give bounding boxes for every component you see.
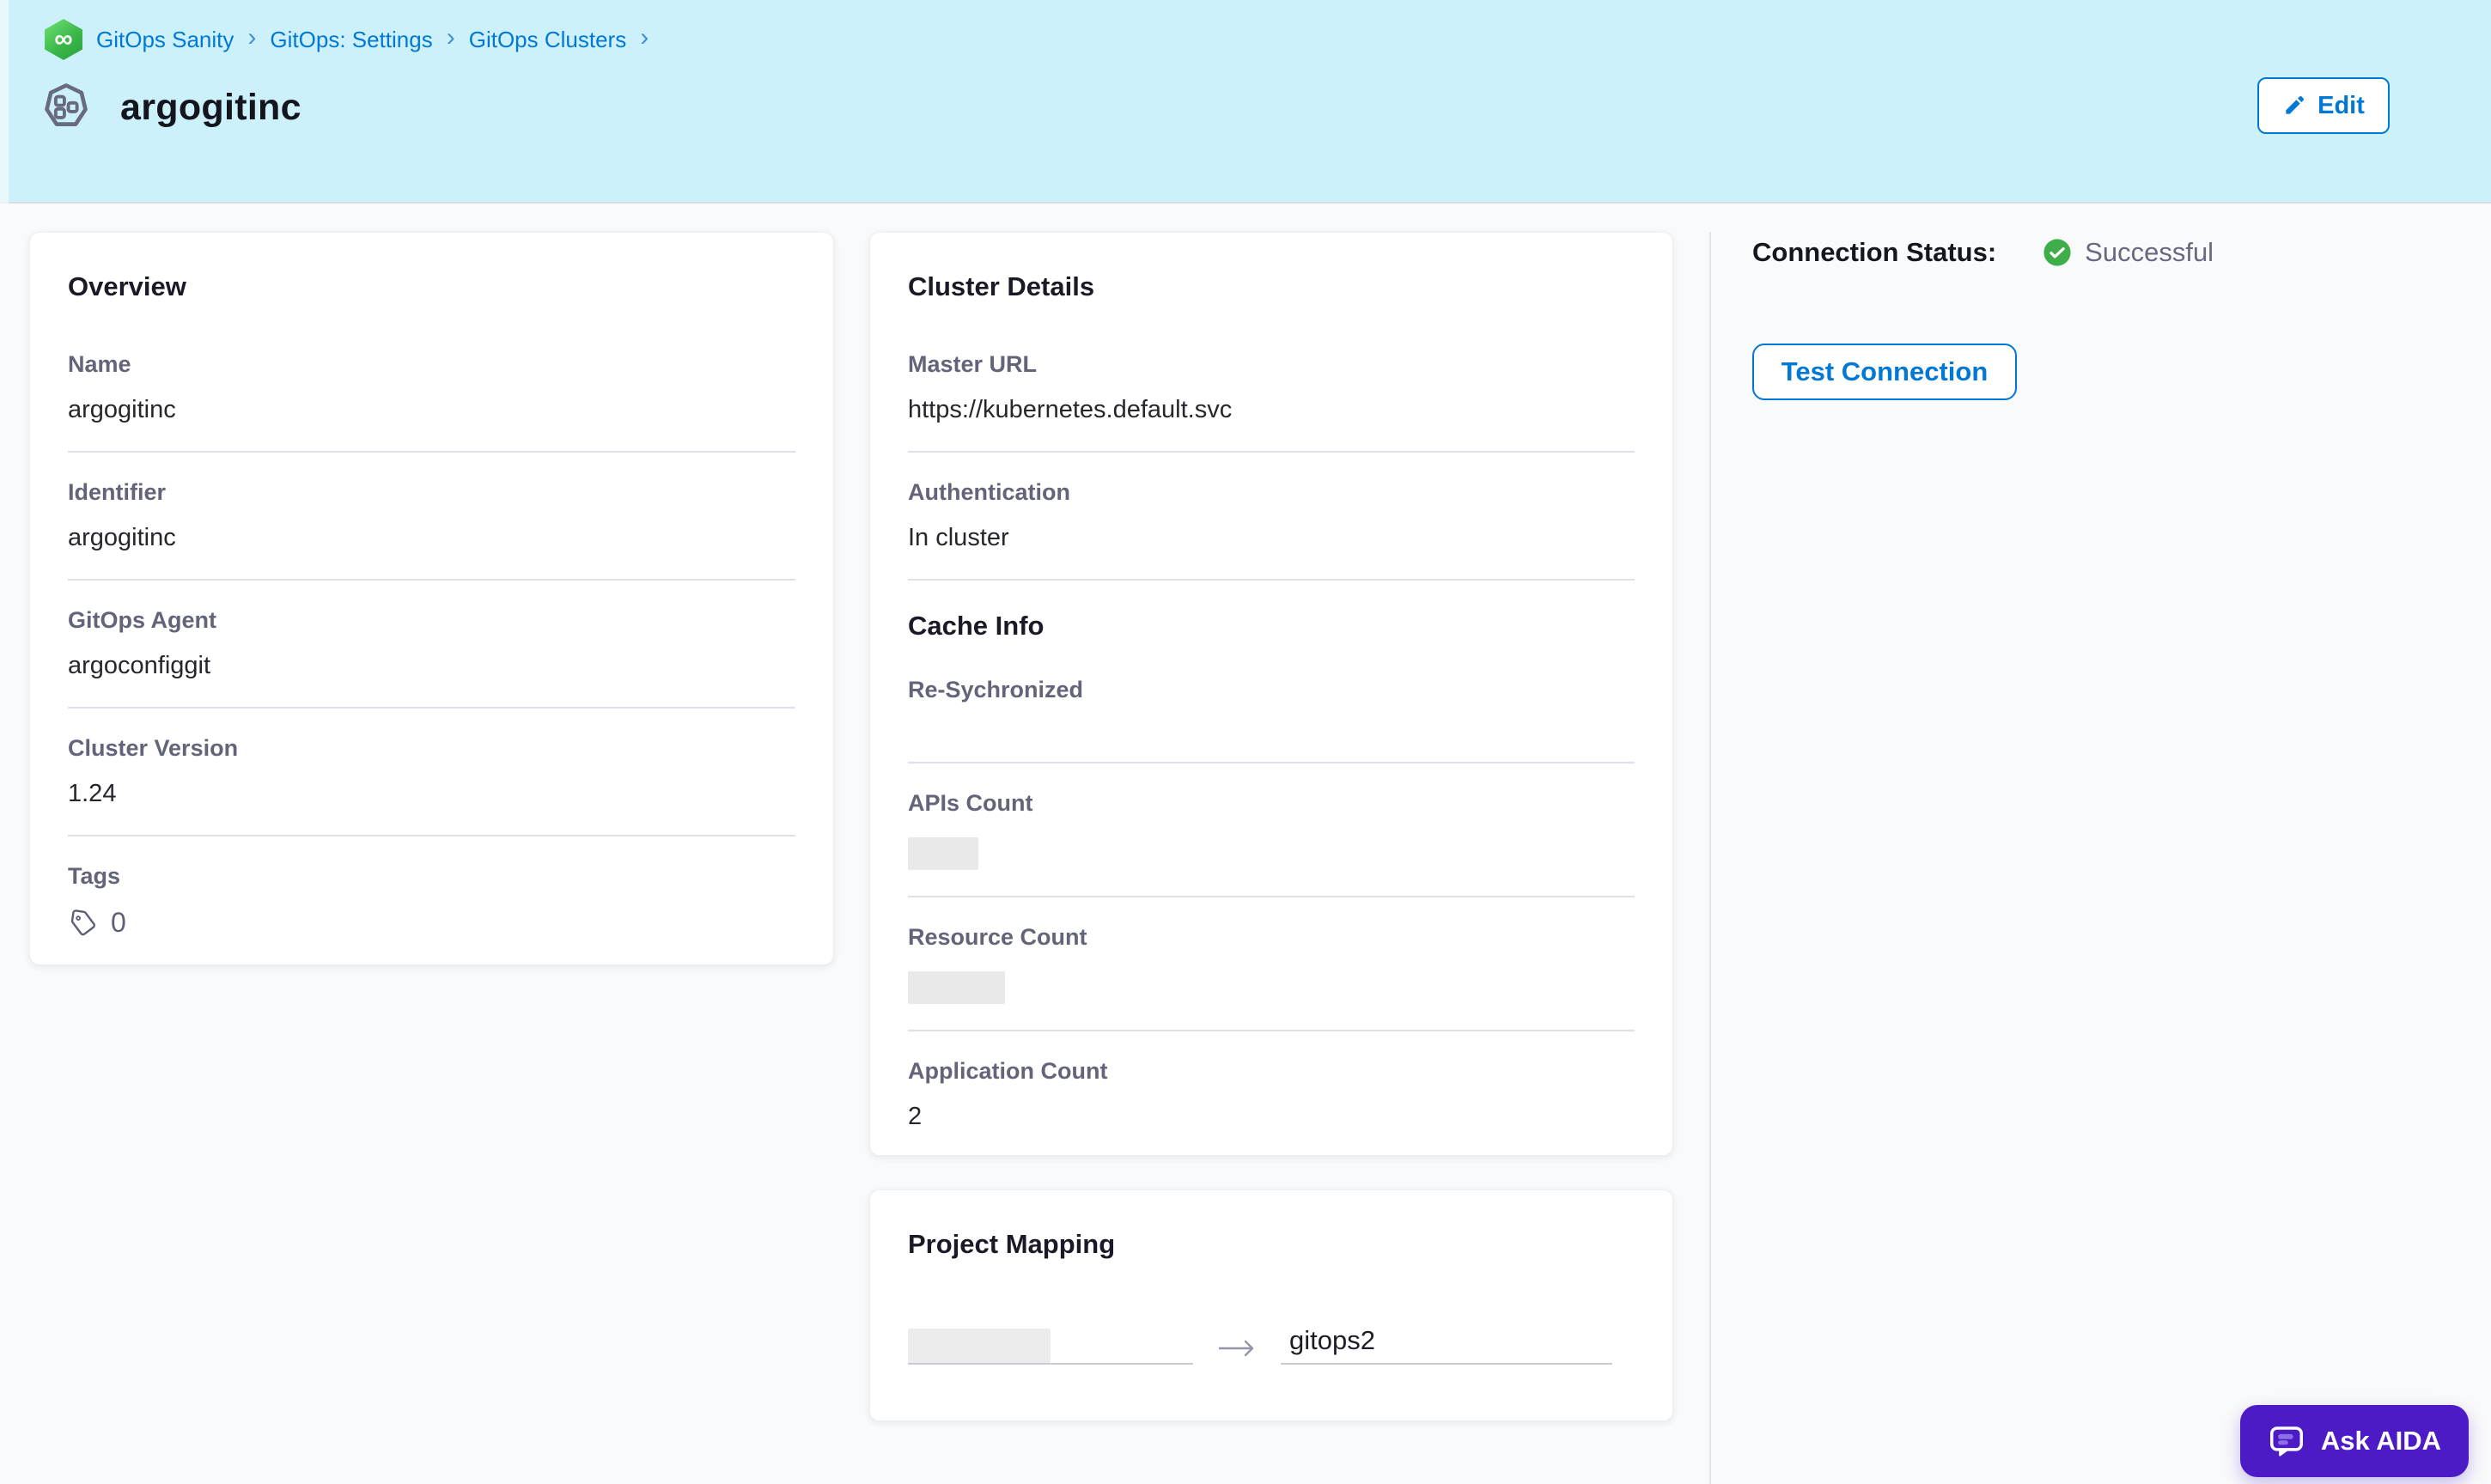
gitops-logo-icon: ∞ [45, 19, 82, 60]
breadcrumb-gitops-sanity[interactable]: GitOps Sanity [96, 27, 234, 53]
field-identifier-value: argogitinc [68, 523, 795, 553]
field-authentication: Authentication In cluster [908, 478, 1635, 581]
field-apis-count: APIs Count [908, 789, 1635, 897]
breadcrumb: ∞ GitOps Sanity › GitOps: Settings › Git… [45, 19, 649, 60]
field-resource-count: Resource Count [908, 923, 1635, 1031]
tags-count: 0 [111, 907, 126, 939]
field-resynchronized: Re-Sychronized [908, 676, 1635, 763]
field-application-count-label: Application Count [908, 1057, 1635, 1085]
breadcrumb-gitops-settings[interactable]: GitOps: Settings [270, 27, 432, 53]
project-mapping-card: Project Mapping gitops2 [869, 1189, 1673, 1421]
cluster-icon [40, 81, 93, 134]
test-connection-label: Test Connection [1781, 356, 1989, 387]
divider [68, 451, 795, 453]
cluster-details-card: Cluster Details Master URL https://kuber… [869, 232, 1673, 1156]
field-authentication-label: Authentication [908, 478, 1635, 506]
ask-aida-button[interactable]: Ask AIDA [2240, 1405, 2469, 1477]
breadcrumb-gitops-clusters[interactable]: GitOps Clusters [469, 27, 627, 53]
mapping-target-field: gitops2 [1281, 1325, 1612, 1365]
field-identifier-label: Identifier [68, 478, 795, 506]
field-name: Name argogitinc [68, 350, 795, 453]
divider [68, 835, 795, 836]
connection-status-label: Connection Status: [1752, 237, 1996, 268]
field-application-count-value: 2 [908, 1102, 1635, 1132]
field-gitops-agent-value: argoconfiggit [68, 651, 795, 681]
divider [908, 451, 1635, 453]
cluster-details-title: Cluster Details [908, 271, 1635, 302]
field-apis-count-label: APIs Count [908, 789, 1635, 817]
arrow-right-icon [1217, 1337, 1257, 1359]
field-master-url-value: https://kubernetes.default.svc [908, 395, 1635, 425]
field-gitops-agent: GitOps Agent argoconfiggit [68, 606, 795, 709]
redacted-value-placeholder [908, 971, 1005, 1004]
page-title-row: argogitinc [40, 81, 301, 134]
edit-button[interactable]: Edit [2257, 77, 2390, 134]
tag-icon [68, 908, 99, 939]
divider [68, 579, 795, 581]
divider [908, 1030, 1635, 1031]
pencil-icon [2282, 94, 2306, 118]
mapping-source-field [908, 1329, 1193, 1365]
field-cluster-version: Cluster Version 1.24 [68, 734, 795, 836]
redacted-value-placeholder [908, 837, 978, 870]
success-check-icon [2043, 238, 2072, 267]
field-cluster-version-label: Cluster Version [68, 734, 795, 762]
test-connection-button[interactable]: Test Connection [1752, 344, 2017, 400]
vertical-divider [1709, 232, 1711, 1484]
divider [68, 707, 795, 709]
project-mapping-row: gitops2 [908, 1325, 1635, 1365]
chevron-right-icon: › [247, 23, 256, 52]
field-name-value: argogitinc [68, 395, 795, 425]
redacted-value-placeholder [908, 1329, 1051, 1363]
overview-card: Overview Name argogitinc Identifier argo… [29, 232, 834, 965]
field-master-url: Master URL https://kubernetes.default.sv… [908, 350, 1635, 453]
resynchronized-empty-value [908, 721, 1635, 762]
field-gitops-agent-label: GitOps Agent [68, 606, 795, 634]
field-name-label: Name [68, 350, 795, 378]
field-application-count: Application Count 2 [908, 1057, 1635, 1132]
overview-card-title: Overview [68, 271, 795, 302]
chevron-right-icon: › [447, 23, 455, 52]
divider [908, 579, 1635, 581]
page-title: argogitinc [120, 87, 301, 129]
field-authentication-value: In cluster [908, 523, 1635, 553]
ask-aida-label: Ask AIDA [2321, 1426, 2441, 1457]
divider [908, 762, 1635, 763]
divider [908, 896, 1635, 897]
field-tags-label: Tags [68, 862, 795, 890]
chevron-right-icon: › [640, 23, 649, 52]
edit-button-label: Edit [2317, 92, 2365, 120]
project-mapping-title: Project Mapping [908, 1228, 1635, 1260]
field-identifier: Identifier argogitinc [68, 478, 795, 581]
connection-status-value: Successful [2085, 237, 2214, 268]
connection-status-row: Connection Status: Successful [1752, 237, 2214, 268]
page-header: ∞ GitOps Sanity › GitOps: Settings › Git… [0, 0, 2491, 204]
field-resynchronized-label: Re-Sychronized [908, 676, 1635, 703]
chat-bubble-icon [2268, 1422, 2305, 1460]
cache-info-title: Cache Info [908, 610, 1635, 642]
field-resource-count-label: Resource Count [908, 923, 1635, 951]
field-tags: Tags 0 [68, 862, 795, 939]
field-master-url-label: Master URL [908, 350, 1635, 378]
header-left-gutter [0, 0, 9, 204]
field-cluster-version-value: 1.24 [68, 779, 795, 809]
tags-row: 0 [68, 907, 795, 939]
connection-status-badge: Successful [2043, 237, 2214, 268]
